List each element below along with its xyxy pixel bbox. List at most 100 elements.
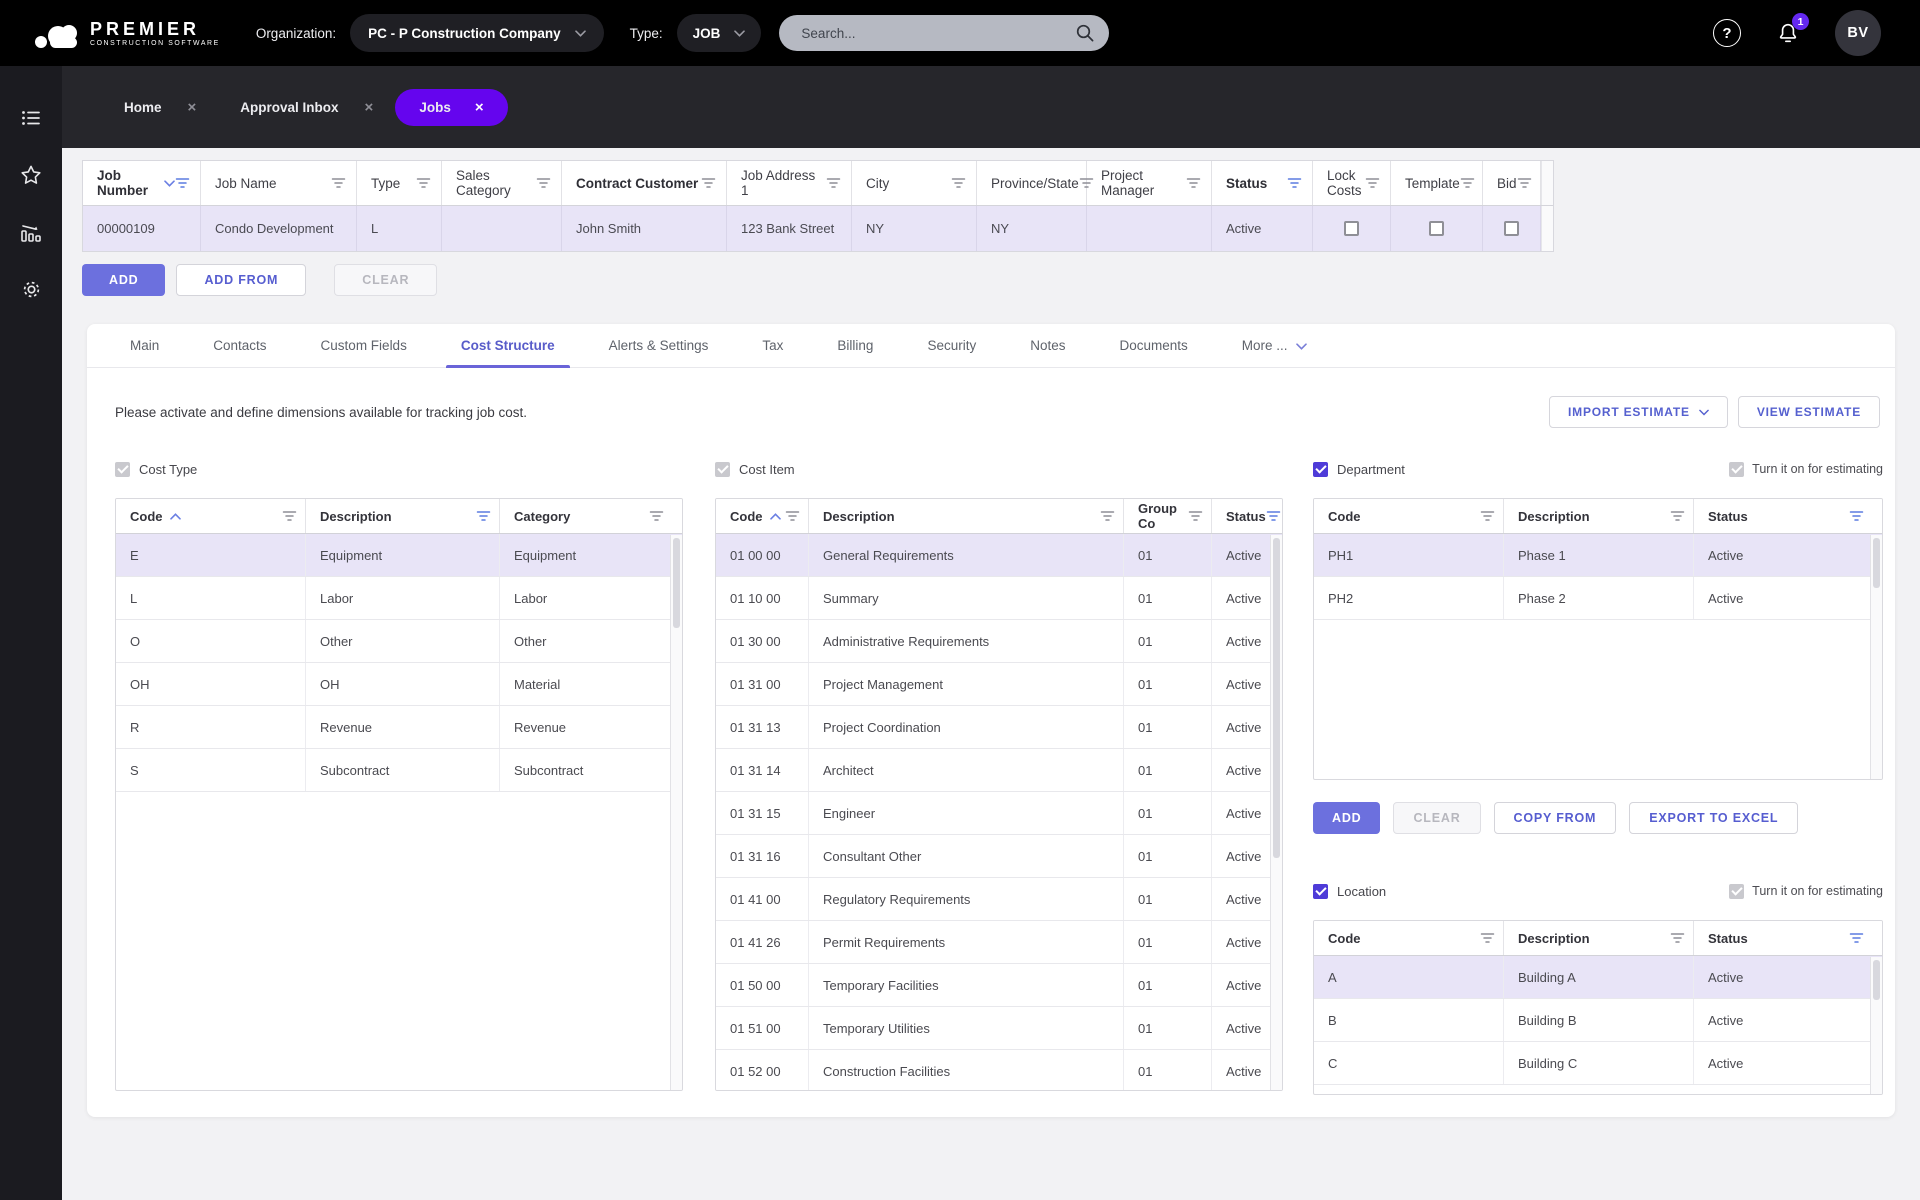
filter-icon[interactable] — [785, 510, 800, 522]
table-row[interactable]: A Building A Active — [1314, 956, 1882, 999]
grid-scrollbar[interactable] — [1541, 161, 1553, 205]
table-row[interactable]: OH OH Material — [116, 663, 682, 706]
table-row[interactable]: 01 50 00 Temporary Facilities 01 Active — [716, 964, 1282, 1007]
filter-icon[interactable] — [331, 177, 346, 189]
filter-icon[interactable] — [1460, 177, 1475, 189]
search-icon[interactable] — [1075, 23, 1095, 43]
tab-notes[interactable]: Notes — [1003, 324, 1092, 368]
sidebar-item-menu[interactable] — [19, 106, 43, 130]
table-row[interactable]: PH1 Phase 1 Active — [1314, 534, 1882, 577]
filter-icon-wrap[interactable] — [951, 177, 966, 189]
column-header-province-state[interactable]: Province/State — [977, 161, 1094, 205]
filter-icon-wrap[interactable] — [1670, 510, 1685, 522]
tab-approval-inbox[interactable]: Approval Inbox × — [218, 89, 395, 126]
column-header-status[interactable]: Status — [1212, 161, 1313, 205]
column-header-project-manager[interactable]: Project Manager — [1087, 161, 1212, 205]
user-avatar[interactable]: BV — [1835, 10, 1881, 56]
table-row[interactable]: B Building B Active — [1314, 999, 1882, 1042]
filter-icon-wrap[interactable] — [416, 177, 431, 189]
tab-tax[interactable]: Tax — [735, 324, 810, 368]
tab-close-icon[interactable]: × — [188, 100, 197, 115]
table-row[interactable]: C Building C Active — [1314, 1042, 1882, 1085]
filter-icon-wrap[interactable] — [1460, 177, 1475, 189]
add-from-button[interactable]: ADD FROM — [176, 264, 307, 296]
filter-icon[interactable] — [649, 510, 664, 522]
tab-cost-structure[interactable]: Cost Structure — [434, 324, 582, 368]
type-select[interactable]: JOB — [676, 14, 762, 52]
filter-icon[interactable] — [1480, 510, 1495, 522]
column-header-description[interactable]: Description — [306, 499, 500, 533]
filter-icon[interactable] — [536, 177, 551, 189]
table-row[interactable]: L Labor Labor — [116, 577, 682, 620]
column-header-city[interactable]: City — [852, 161, 977, 205]
filter-icon[interactable] — [1849, 510, 1864, 522]
clear-button[interactable]: CLEAR — [334, 264, 438, 296]
tab-documents[interactable]: Documents — [1093, 324, 1215, 368]
filter-icon-wrap[interactable] — [175, 177, 190, 189]
filter-icon-wrap[interactable] — [1480, 510, 1495, 522]
column-header-bid[interactable]: Bid — [1483, 161, 1541, 205]
filter-icon[interactable] — [416, 177, 431, 189]
grid-scrollbar[interactable] — [1541, 206, 1553, 251]
column-header-code[interactable]: Code — [1314, 921, 1504, 955]
tab-billing[interactable]: Billing — [810, 324, 900, 368]
table-row[interactable]: 01 30 00 Administrative Requirements 01 Act… — [716, 620, 1282, 663]
table-row[interactable]: E Equipment Equipment — [116, 534, 682, 577]
filter-icon-wrap[interactable] — [649, 510, 664, 522]
lock-costs-checkbox[interactable] — [1344, 221, 1359, 236]
tab-jobs[interactable]: Jobs × — [395, 88, 508, 126]
filter-icon-wrap[interactable] — [1186, 177, 1201, 189]
table-row[interactable]: 01 10 00 Summary 01 Active — [716, 577, 1282, 620]
bid-checkbox[interactable] — [1504, 221, 1519, 236]
location-checkbox[interactable] — [1313, 883, 1328, 899]
filter-icon-wrap[interactable] — [785, 510, 800, 522]
brand-logo[interactable]: PREMIER CONSTRUCTION SOFTWARE — [34, 15, 220, 51]
filter-icon[interactable] — [476, 510, 491, 522]
department-copy-from-button[interactable]: COPY FROM — [1493, 802, 1617, 834]
department-add-button[interactable]: ADD — [1313, 802, 1381, 834]
location-scrollbar[interactable] — [1870, 957, 1882, 1094]
notifications-button[interactable]: 1 — [1775, 13, 1809, 46]
column-header-job-name[interactable]: Job Name — [201, 161, 357, 205]
filter-icon-wrap[interactable] — [1266, 510, 1281, 522]
table-row[interactable]: S Subcontract Subcontract — [116, 749, 682, 792]
tab-security[interactable]: Security — [900, 324, 1003, 368]
filter-icon[interactable] — [951, 177, 966, 189]
search-input[interactable] — [799, 24, 1076, 42]
filter-icon[interactable] — [1365, 177, 1380, 189]
tab-close-icon[interactable]: × — [365, 100, 374, 115]
filter-icon-wrap[interactable] — [1100, 510, 1115, 522]
department-clear-button[interactable]: CLEAR — [1393, 802, 1481, 834]
tab-custom-fields[interactable]: Custom Fields — [294, 324, 434, 368]
filter-icon[interactable] — [1517, 177, 1532, 189]
table-row[interactable]: 01 41 26 Permit Requirements 01 Active — [716, 921, 1282, 964]
filter-icon[interactable] — [1287, 177, 1302, 189]
filter-icon-wrap[interactable] — [1849, 510, 1864, 522]
table-row[interactable]: 01 00 00 General Requirements 01 Active — [716, 534, 1282, 577]
tab-contacts[interactable]: Contacts — [186, 324, 293, 368]
column-header-job-number[interactable]: Job Number — [83, 161, 201, 205]
column-header-contract-customer[interactable]: Contract Customer — [562, 161, 727, 205]
column-header-description[interactable]: Description — [1504, 921, 1694, 955]
table-row[interactable]: 01 31 16 Consultant Other 01 Active — [716, 835, 1282, 878]
column-header-category[interactable]: Category — [500, 499, 672, 533]
table-row[interactable]: 01 41 00 Regulatory Requirements 01 Active — [716, 878, 1282, 921]
sidebar-item-settings[interactable] — [19, 277, 44, 301]
tab-more[interactable]: More ... — [1215, 324, 1334, 368]
table-row[interactable]: 01 52 00 Construction Facilities 01 Active — [716, 1050, 1282, 1090]
sidebar-item-favorites[interactable] — [19, 163, 43, 187]
import-estimate-button[interactable]: IMPORT ESTIMATE — [1549, 396, 1728, 428]
column-header-group-co[interactable]: Group Co — [1124, 499, 1212, 533]
column-header-status[interactable]: Status — [1694, 921, 1872, 955]
filter-icon-wrap[interactable] — [1365, 177, 1380, 189]
table-row[interactable]: O Other Other — [116, 620, 682, 663]
filter-icon[interactable] — [1188, 510, 1203, 522]
column-header-status[interactable]: Status — [1694, 499, 1872, 533]
sidebar-item-reports[interactable] — [18, 220, 44, 244]
cost-item-scrollbar[interactable] — [1270, 535, 1282, 1090]
department-scrollbar[interactable] — [1870, 535, 1882, 779]
scrollbar-thumb[interactable] — [673, 538, 680, 628]
filter-icon-wrap[interactable] — [1517, 177, 1532, 189]
table-row[interactable]: 01 31 15 Engineer 01 Active — [716, 792, 1282, 835]
column-header-code[interactable]: Code — [1314, 499, 1504, 533]
